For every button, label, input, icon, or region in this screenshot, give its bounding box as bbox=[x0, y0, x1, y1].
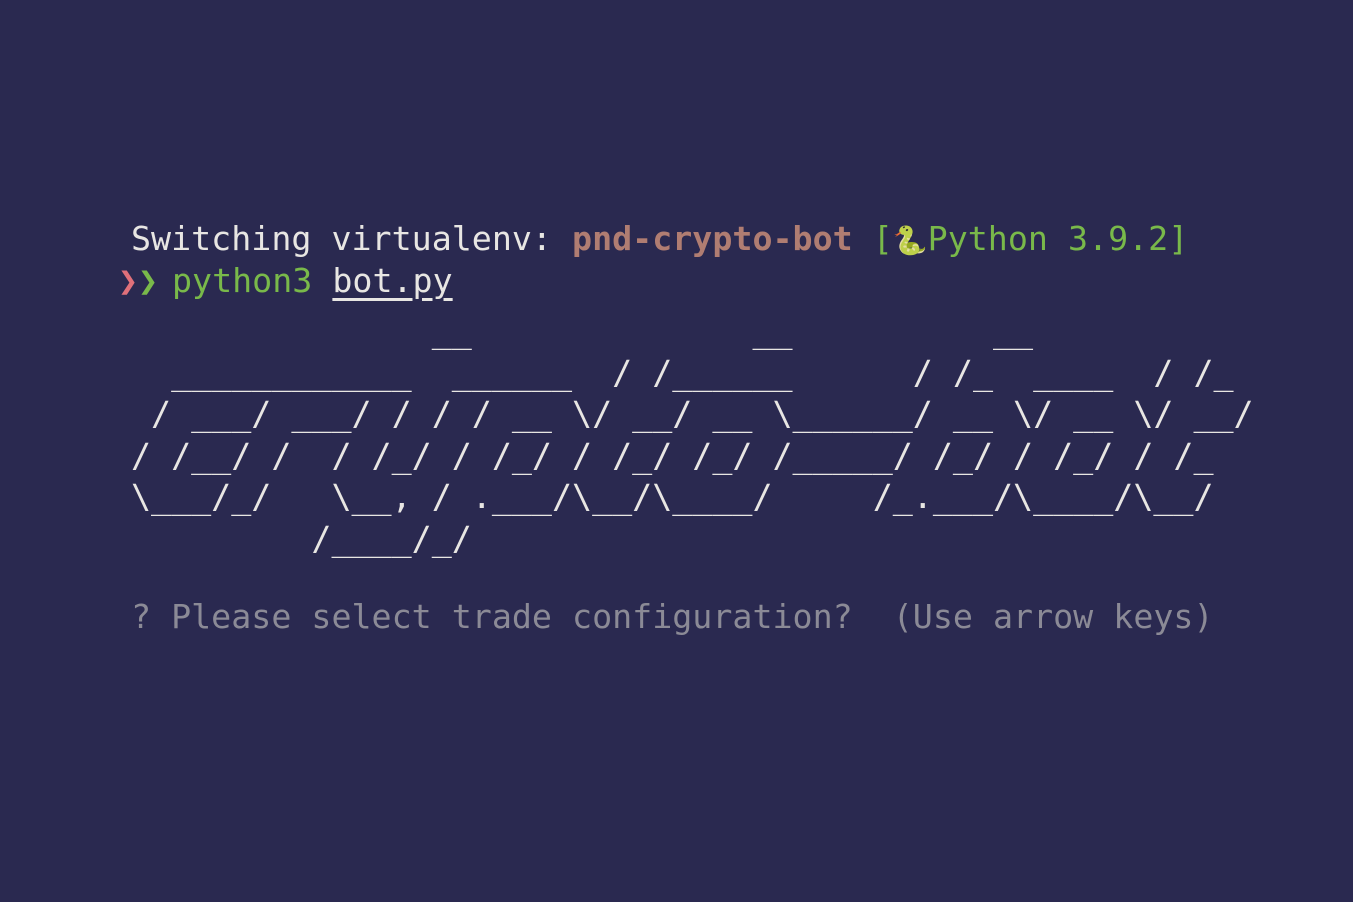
status-prefix: Switching virtualenv: bbox=[131, 219, 573, 258]
prompt-icon: ❯❯ bbox=[118, 260, 172, 302]
bracket-open: [ bbox=[852, 219, 893, 258]
bracket-close: ] bbox=[1168, 219, 1189, 258]
virtualenv-status-line: Switching virtualenv: pnd-crypto-bot [🐍P… bbox=[131, 218, 1188, 260]
command-name: python3 bbox=[172, 261, 313, 300]
ascii-art-banner: __ __ __ ____________ ______ / /______ /… bbox=[131, 311, 1254, 558]
prompt-chevron-green-icon: ❯ bbox=[138, 261, 159, 300]
command-line: ❯❯ python3 bot.py bbox=[118, 260, 453, 302]
terminal-window: Switching virtualenv: pnd-crypto-bot [🐍P… bbox=[0, 0, 1353, 902]
prompt-chevron-red-icon: ❯ bbox=[118, 261, 139, 300]
python-snake-icon: 🐍 bbox=[892, 224, 928, 257]
command-argument[interactable]: bot.py bbox=[332, 261, 452, 300]
trade-config-prompt[interactable]: ? Please select trade configuration? (Us… bbox=[131, 596, 1214, 638]
virtualenv-name: pnd-crypto-bot bbox=[572, 219, 853, 258]
python-version: Python 3.9.2 bbox=[927, 219, 1169, 258]
